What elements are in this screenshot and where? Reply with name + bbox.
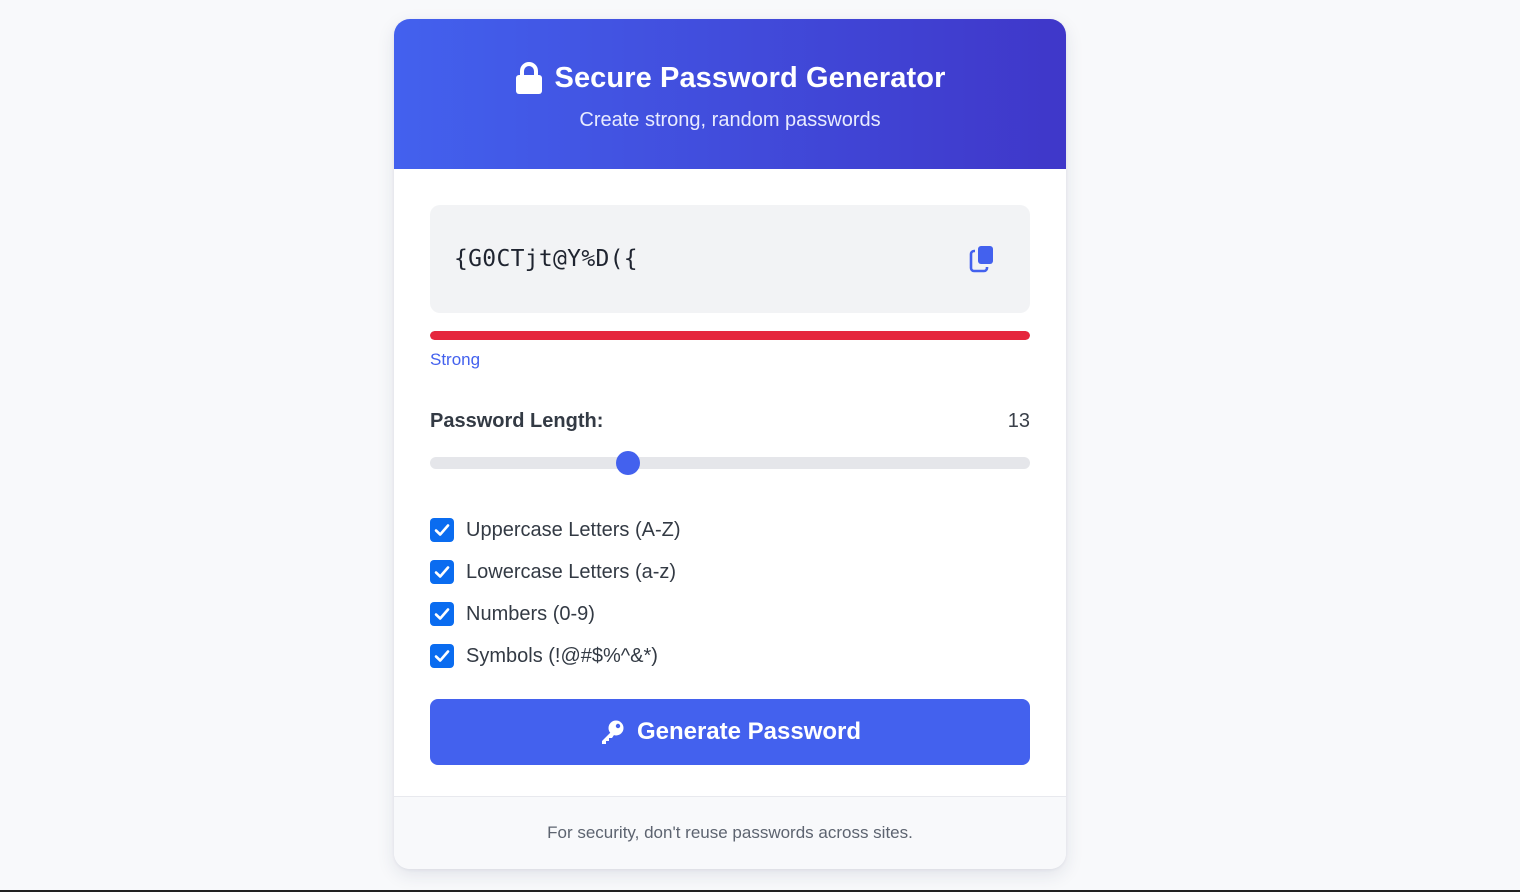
generate-button-label: Generate Password <box>636 718 862 745</box>
option-checkbox[interactable] <box>430 518 454 542</box>
title-row: Secure Password Generator <box>394 59 1066 97</box>
option-checkbox[interactable] <box>430 560 454 584</box>
page-title: Secure Password Generator <box>554 61 946 94</box>
checkmark-icon <box>434 608 450 620</box>
option-label: Symbols (!@#$%^&*) <box>466 644 658 667</box>
checkmark-icon <box>434 566 450 578</box>
strength-meter-fill <box>430 331 1030 340</box>
strength-label: Strong <box>430 350 481 369</box>
length-slider-thumb[interactable] <box>616 451 640 475</box>
option-label: Numbers (0-9) <box>466 602 595 625</box>
option-label: Lowercase Letters (a-z) <box>466 560 677 583</box>
password-display: {G0CTjt@Y%D({ <box>430 205 1030 313</box>
checkmark-icon <box>434 650 450 662</box>
card-header: Secure Password Generator Create strong,… <box>394 19 1066 169</box>
option-checkbox-row[interactable]: Lowercase Letters (a-z) <box>430 551 1030 593</box>
checkmark-icon <box>434 524 450 536</box>
lock-icon <box>515 62 543 94</box>
length-slider[interactable] <box>430 451 1030 475</box>
option-checkbox-row[interactable]: Uppercase Letters (A-Z) <box>430 509 1030 551</box>
generate-password-button[interactable]: Generate Password <box>430 699 1030 765</box>
option-checkbox[interactable] <box>430 602 454 626</box>
length-label: Password Length: <box>430 410 604 432</box>
card-body: {G0CTjt@Y%D({ Strong Password Length: 13… <box>394 169 1066 765</box>
option-label: Uppercase Letters (A-Z) <box>466 518 681 541</box>
length-value: 13 <box>1007 410 1030 432</box>
option-checkbox[interactable] <box>430 644 454 668</box>
options-list: Uppercase Letters (A-Z) Lowercase Letters… <box>430 509 1030 677</box>
key-icon <box>601 720 624 744</box>
page-subtitle: Create strong, random passwords <box>579 109 881 131</box>
option-checkbox-row[interactable]: Symbols (!@#$%^&*) <box>430 635 1030 677</box>
password-generator-card: Secure Password Generator Create strong,… <box>394 19 1066 869</box>
card-footer: For security, don't reuse passwords acro… <box>394 796 1066 869</box>
option-checkbox-row[interactable]: Numbers (0-9) <box>430 593 1030 635</box>
copy-icon <box>969 246 993 273</box>
strength-meter <box>430 331 1030 340</box>
password-text[interactable]: {G0CTjt@Y%D({ <box>454 246 638 272</box>
length-row: Password Length: 13 <box>430 410 1030 433</box>
copy-button[interactable] <box>964 241 1000 277</box>
footer-note: For security, don't reuse passwords acro… <box>547 823 913 842</box>
